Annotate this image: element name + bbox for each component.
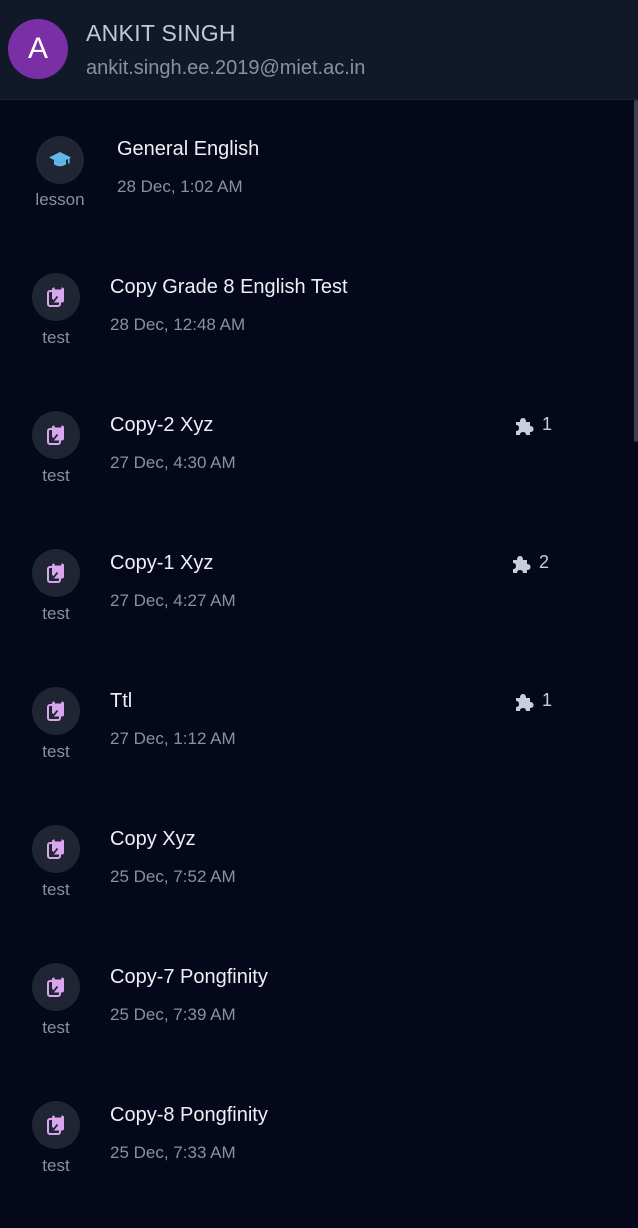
list-item[interactable]: test Copy Xyz 25 Dec, 7:52 AM <box>0 790 600 910</box>
item-title[interactable]: Copy Grade 8 English Test <box>110 276 348 299</box>
clipboard-check-icon <box>32 687 80 735</box>
puzzle-count: 1 <box>542 690 553 710</box>
item-date: 25 Dec, 7:33 AM <box>110 1143 236 1162</box>
item-type-label: test <box>42 742 70 761</box>
item-date: 25 Dec, 7:39 AM <box>110 1005 236 1024</box>
clipboard-check-icon <box>32 963 80 1011</box>
item-date: 27 Dec, 4:27 AM <box>110 591 236 610</box>
list-item[interactable]: test Copy-8 Pongfinity 25 Dec, 7:33 AM <box>0 1066 600 1186</box>
item-date: 28 Dec, 1:02 AM <box>117 177 243 196</box>
list-item[interactable]: test Copy-2 Xyz 27 Dec, 4:30 AM 1 <box>0 376 600 496</box>
item-title[interactable]: Copy Xyz <box>110 828 196 851</box>
list-item[interactable]: test Copy-7 Pongfinity 25 Dec, 7:39 AM <box>0 928 600 1048</box>
item-title[interactable]: Copy-1 Xyz <box>110 552 213 575</box>
clipboard-check-icon <box>32 411 80 459</box>
avatar[interactable]: A <box>8 19 68 79</box>
item-type-label: test <box>42 328 70 347</box>
item-type-label: test <box>42 880 70 899</box>
item-title[interactable]: Copy-7 Pongfinity <box>110 966 268 989</box>
list-item[interactable]: test Ttl 27 Dec, 1:12 AM 1 <box>0 652 600 772</box>
item-type-label: lesson <box>35 190 85 209</box>
item-title[interactable]: General English <box>117 138 259 161</box>
item-date: 28 Dec, 12:48 AM <box>110 315 246 334</box>
item-title[interactable]: Copy-2 Xyz <box>110 414 213 437</box>
clipboard-check-icon <box>32 1101 80 1149</box>
item-title[interactable]: Copy-8 Pongfinity <box>110 1104 268 1127</box>
clipboard-check-icon <box>32 549 80 597</box>
user-name: ANKIT SINGH <box>86 20 236 46</box>
item-title[interactable]: Ttl <box>110 690 132 713</box>
clipboard-check-icon <box>32 825 80 873</box>
puzzle-count: 2 <box>539 552 550 572</box>
item-date: 25 Dec, 7:52 AM <box>110 867 236 886</box>
list-item[interactable]: lesson General English 28 Dec, 1:02 AM <box>0 100 600 220</box>
user-email: ankit.singh.ee.2019@miet.ac.in <box>86 57 366 79</box>
user-header: A ANKIT SINGH ankit.singh.ee.2019@miet.a… <box>0 0 638 100</box>
list-item[interactable]: test Copy-1 Xyz 27 Dec, 4:27 AM 2 <box>0 514 600 634</box>
scrollbar-thumb[interactable] <box>634 100 638 442</box>
puzzle-count: 1 <box>542 414 553 434</box>
clipboard-check-icon <box>32 273 80 321</box>
item-date: 27 Dec, 1:12 AM <box>110 729 236 748</box>
item-type-label: test <box>42 604 70 623</box>
item-type-label: test <box>42 1018 70 1037</box>
graduation-cap-icon <box>36 136 84 184</box>
item-date: 27 Dec, 4:30 AM <box>110 453 236 472</box>
item-type-label: test <box>42 466 70 485</box>
list-item[interactable]: test Copy Grade 8 English Test 28 Dec, 12:… <box>0 238 600 358</box>
item-type-label: test <box>42 1156 70 1175</box>
